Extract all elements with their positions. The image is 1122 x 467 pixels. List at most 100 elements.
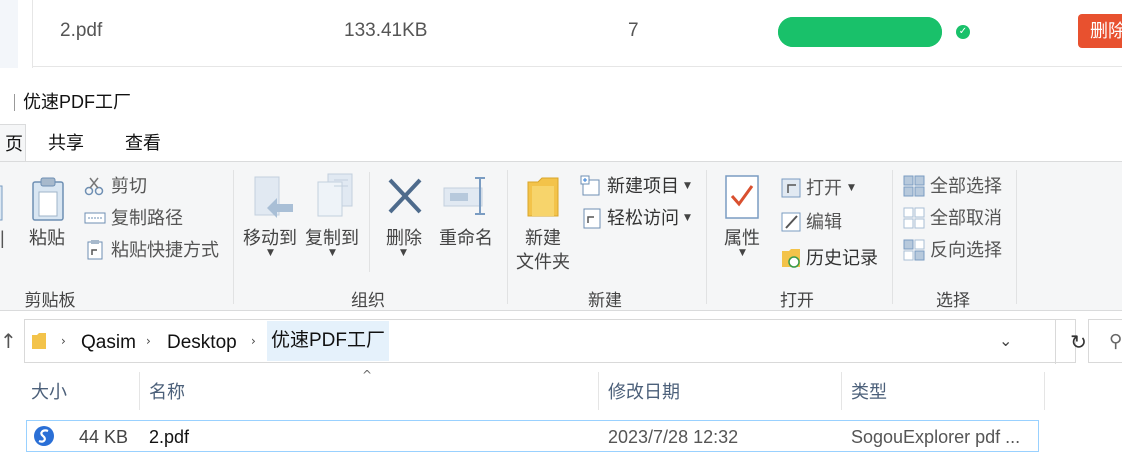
chevron-down-icon: ▼: [739, 248, 746, 258]
chevron-down-icon: ▼: [684, 213, 691, 223]
chevron-down-icon: ▼: [684, 181, 691, 191]
table-row[interactable]: 44 KB 2.pdf 2023/7/28 12:32 SogouExplore…: [26, 420, 1039, 452]
paste-shortcut-icon: [87, 240, 103, 260]
window-title-text: 优速PDF工厂: [23, 92, 131, 112]
new-folder-line2[interactable]: 文件夹: [514, 250, 572, 274]
select-all-icon: [903, 175, 925, 197]
copy-to-button[interactable]: 复制到: [304, 226, 360, 250]
group-separator: [706, 170, 707, 304]
open-label: 打开: [806, 178, 842, 198]
chevron-right-icon: ›: [146, 334, 151, 348]
paste-button[interactable]: 粘贴: [27, 226, 67, 250]
up-arrow-icon[interactable]: ↑: [0, 329, 17, 353]
search-input[interactable]: ⚲: [1088, 319, 1122, 363]
column-separator[interactable]: [139, 372, 140, 410]
properties-button[interactable]: 属性: [722, 226, 762, 250]
open-icon: [781, 178, 801, 198]
scissors-icon: [84, 177, 104, 196]
pin-label-fragment: |: [0, 228, 5, 248]
chevron-down-icon: ▼: [267, 248, 274, 258]
address-row: ↑ › Qasim › Desktop › 优速PDF工厂 ⌄ ↻ ⚲: [0, 317, 1122, 365]
window-title: 优速PDF工厂: [14, 89, 131, 115]
chevron-down-icon: ▼: [400, 248, 407, 258]
open-group-label: 打开: [780, 291, 814, 310]
group-separator: [1016, 170, 1017, 304]
invert-selection-icon: [903, 239, 925, 261]
progress-fill: [778, 17, 942, 47]
crumb-desktop[interactable]: Desktop: [167, 332, 237, 354]
clipboard-icon: [32, 177, 64, 221]
sort-ascending-icon: ^: [362, 368, 373, 382]
crumb-current-folder[interactable]: 优速PDF工厂: [267, 321, 390, 361]
folder-icon: [32, 333, 46, 349]
task-page-count: 7: [628, 20, 639, 41]
new-folder-icon: [527, 177, 559, 217]
history-label: 历史记录: [806, 248, 878, 268]
properties-icon: [725, 175, 759, 219]
rename-button[interactable]: 重命名: [436, 226, 496, 250]
select-all-label: 全部选择: [930, 176, 1002, 196]
chevron-down-icon: ▼: [848, 183, 855, 193]
tab-share[interactable]: 共享: [48, 124, 84, 162]
file-type: SogouExplorer pdf ...: [851, 427, 1021, 447]
column-header-name[interactable]: 名称: [149, 381, 185, 403]
chevron-down-icon[interactable]: ⌄: [999, 331, 1012, 350]
easy-access-icon: [583, 208, 601, 229]
file-modified: 2023/7/28 12:32: [608, 427, 739, 447]
column-header-size[interactable]: 大小: [31, 381, 67, 403]
organize-group-label: 组织: [351, 291, 385, 310]
tab-home[interactable]: 页: [0, 124, 26, 162]
tab-view[interactable]: 查看: [125, 124, 161, 162]
move-to-button[interactable]: 移动到: [242, 226, 298, 250]
column-header-type[interactable]: 类型: [851, 381, 887, 403]
column-separator[interactable]: [598, 372, 599, 410]
pin-icon: [0, 185, 3, 221]
invert-selection-label: 反向选择: [930, 240, 1002, 260]
column-header-modified[interactable]: 修改日期: [608, 381, 680, 403]
delete-button[interactable]: 删除: [384, 226, 424, 250]
check-circle-icon: ✓: [956, 25, 970, 39]
delete-task-button[interactable]: 删除: [1078, 14, 1122, 48]
conversion-file-row: 2.pdf 133.41KB 7 ✓ 删除: [0, 0, 1122, 68]
copy-path-icon: [84, 212, 106, 224]
ribbon: | 粘贴 剪切 复制路径 粘贴快捷方式 剪贴板 移动到 ▼ 复制到 ▼ 删除 ▼…: [0, 161, 1122, 311]
group-separator: [507, 170, 508, 304]
column-separator[interactable]: [1044, 372, 1045, 410]
organize-inner-separator: [369, 172, 370, 272]
easy-access-label: 轻松访问: [607, 208, 679, 228]
group-separator: [233, 170, 234, 304]
progress-bar: [778, 17, 942, 47]
copy-path-label: 复制路径: [111, 208, 183, 228]
task-file-name: 2.pdf: [60, 20, 103, 41]
new-folder-line1[interactable]: 新建: [514, 226, 572, 250]
file-name: 2.pdf: [149, 427, 190, 447]
move-to-icon: [254, 176, 293, 218]
address-bar[interactable]: › Qasim › Desktop › 优速PDF工厂 ⌄ ↻: [24, 319, 1087, 364]
column-separator[interactable]: [841, 372, 842, 410]
group-separator: [892, 170, 893, 304]
title-divider: [14, 94, 15, 111]
edit-icon: [781, 212, 801, 232]
paste-shortcut-label: 粘贴快捷方式: [111, 240, 219, 260]
delete-x-icon: [388, 178, 422, 214]
row-bottom-border: [32, 66, 1122, 67]
row-divider: [32, 0, 33, 68]
task-file-size: 133.41KB: [344, 20, 428, 41]
rename-icon: [443, 177, 485, 215]
search-icon: ⚲: [1109, 331, 1122, 352]
ribbon-tabs: 页 共享 查看: [0, 124, 1122, 162]
new-group-label: 新建: [588, 291, 622, 310]
chevron-right-icon: ›: [251, 334, 256, 348]
chevron-down-icon: ▼: [329, 248, 336, 258]
chevron-right-icon: ›: [61, 334, 66, 348]
edit-label: 编辑: [806, 212, 842, 232]
new-item-icon: [580, 175, 600, 196]
left-strip: [0, 0, 18, 68]
select-none-icon: [903, 207, 925, 229]
file-size: 44 KB: [79, 427, 129, 447]
crumb-qasim[interactable]: Qasim: [81, 332, 136, 354]
select-none-label: 全部取消: [930, 208, 1002, 228]
sogou-pdf-icon: [34, 426, 54, 446]
clipboard-group-label: 剪贴板: [24, 291, 76, 310]
history-icon: [782, 249, 800, 268]
